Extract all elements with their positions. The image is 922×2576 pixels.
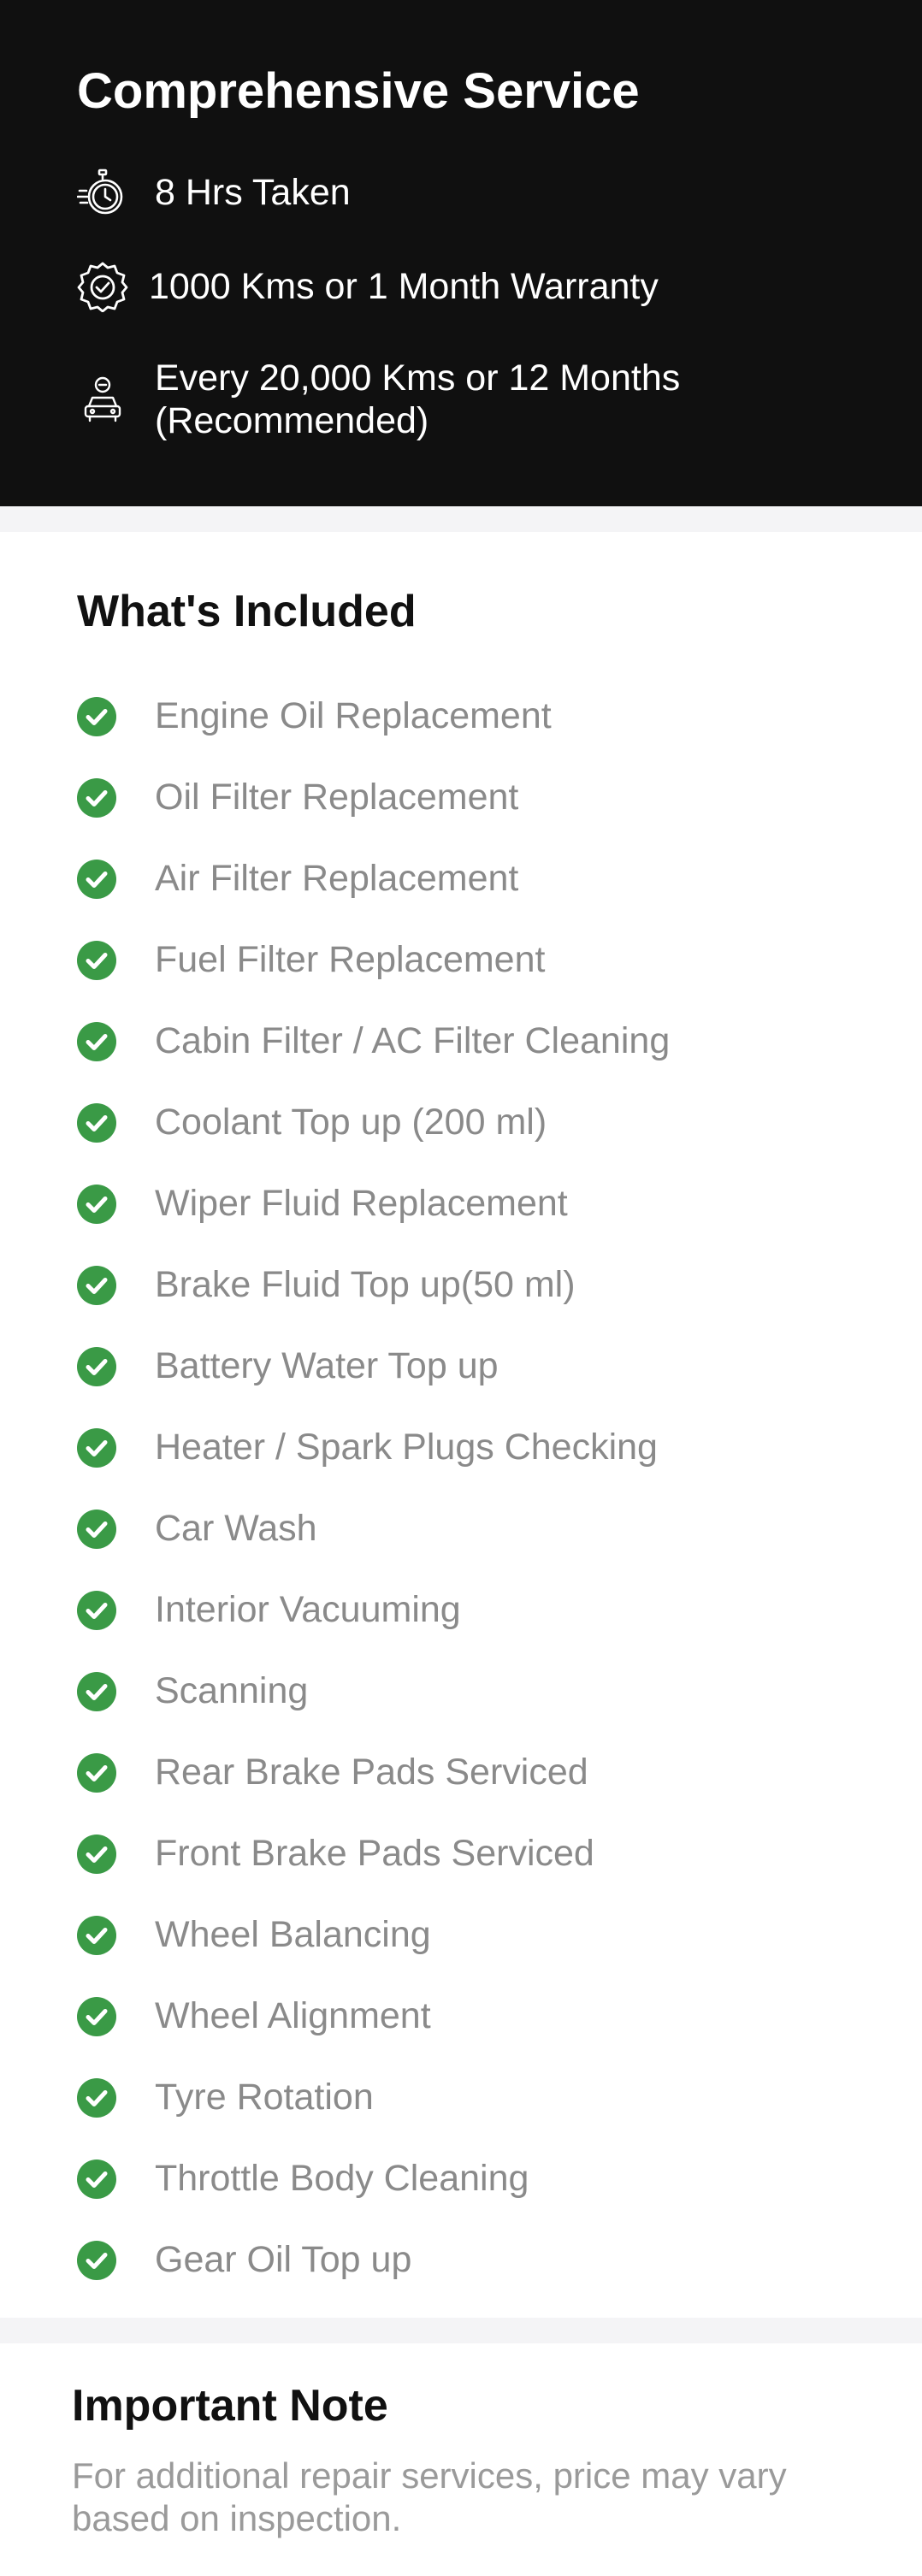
included-item-label: Interior Vacuuming [155,1589,461,1630]
whats-included-section: What's Included Engine Oil Replacement Oi… [0,532,922,2318]
list-item: Coolant Top up (200 ml) [77,1082,670,1163]
included-item-label: Gear Oil Top up [155,2239,412,2280]
list-item: Fuel Filter Replacement [77,919,670,1001]
included-item-label: Engine Oil Replacement [155,695,552,736]
list-item: Throttle Body Cleaning [77,2138,670,2219]
duration-text: 8 Hrs Taken [155,172,351,213]
check-circle-icon [77,2240,116,2280]
check-circle-icon [77,1509,116,1549]
important-note-section: Important Note For additional repair ser… [0,2343,922,2576]
check-circle-icon [77,696,116,736]
recommended-interval-row: Every 20,000 Kms or 12 Months (Recommend… [77,357,680,442]
check-circle-icon [77,1671,116,1711]
duration-row: 8 Hrs Taken [77,167,351,218]
warranty-badge-icon [77,261,128,312]
included-item-label: Wheel Alignment [155,1995,431,2036]
important-note-text: For additional repair services, price ma… [72,2455,787,2538]
included-item-label: Throttle Body Cleaning [155,2158,529,2199]
list-item: Cabin Filter / AC Filter Cleaning [77,1001,670,1082]
included-item-label: Car Wash [155,1508,317,1549]
list-item: Wheel Balancing [77,1894,670,1976]
check-circle-icon [77,1752,116,1793]
list-item: Tyre Rotation [77,2057,670,2138]
list-item: Wiper Fluid Replacement [77,1163,670,1244]
included-item-label: Battery Water Top up [155,1345,499,1386]
included-item-label: Scanning [155,1670,309,1711]
list-item: Engine Oil Replacement [77,676,670,757]
list-item: Heater / Spark Plugs Checking [77,1407,670,1488]
check-circle-icon [77,1021,116,1061]
check-circle-icon [77,1427,116,1468]
check-circle-icon [77,1265,116,1305]
car-service-icon [77,374,128,425]
included-item-label: Cabin Filter / AC Filter Cleaning [155,1020,671,1061]
included-item-label: Air Filter Replacement [155,858,519,899]
included-item-label: Brake Fluid Top up(50 ml) [155,1264,576,1305]
warranty-row: 1000 Kms or 1 Month Warranty [77,261,659,312]
check-circle-icon [77,1996,116,2036]
included-item-label: Coolant Top up (200 ml) [155,1102,547,1143]
included-item-label: Heater / Spark Plugs Checking [155,1427,658,1468]
check-circle-icon [77,1590,116,1630]
check-circle-icon [77,859,116,899]
list-item: Air Filter Replacement [77,838,670,919]
included-item-label: Oil Filter Replacement [155,777,519,818]
check-circle-icon [77,2159,116,2199]
service-title: Comprehensive Service [77,63,640,119]
list-item: Car Wash [77,1488,670,1569]
important-note-title: Important Note [72,2381,388,2431]
stopwatch-icon [77,167,128,218]
included-items-list: Engine Oil Replacement Oil Filter Replace… [77,676,670,2301]
included-item-label: Fuel Filter Replacement [155,939,546,980]
check-circle-icon [77,1834,116,1874]
included-item-label: Rear Brake Pads Serviced [155,1752,588,1793]
check-circle-icon [77,940,116,980]
warranty-text: 1000 Kms or 1 Month Warranty [149,266,659,307]
list-item: Interior Vacuuming [77,1569,670,1651]
list-item: Scanning [77,1651,670,1732]
list-item: Rear Brake Pads Serviced [77,1732,670,1813]
list-item: Battery Water Top up [77,1326,670,1407]
list-item: Wheel Alignment [77,1976,670,2057]
service-header: Comprehensive Service 8 Hrs Taken 1000 K… [0,0,922,506]
included-item-label: Wiper Fluid Replacement [155,1183,568,1224]
check-circle-icon [77,1184,116,1224]
recommended-interval-text: Every 20,000 Kms or 12 Months (Recommend… [155,357,681,441]
list-item: Brake Fluid Top up(50 ml) [77,1244,670,1326]
included-item-label: Wheel Balancing [155,1914,431,1955]
list-item: Gear Oil Top up [77,2219,670,2301]
included-item-label: Front Brake Pads Serviced [155,1833,594,1874]
included-item-label: Tyre Rotation [155,2077,374,2118]
check-circle-icon [77,1915,116,1955]
whats-included-title: What's Included [77,587,417,636]
list-item: Oil Filter Replacement [77,757,670,838]
check-circle-icon [77,1102,116,1143]
check-circle-icon [77,777,116,818]
list-item: Front Brake Pads Serviced [77,1813,670,1894]
check-circle-icon [77,1346,116,1386]
check-circle-icon [77,2077,116,2118]
